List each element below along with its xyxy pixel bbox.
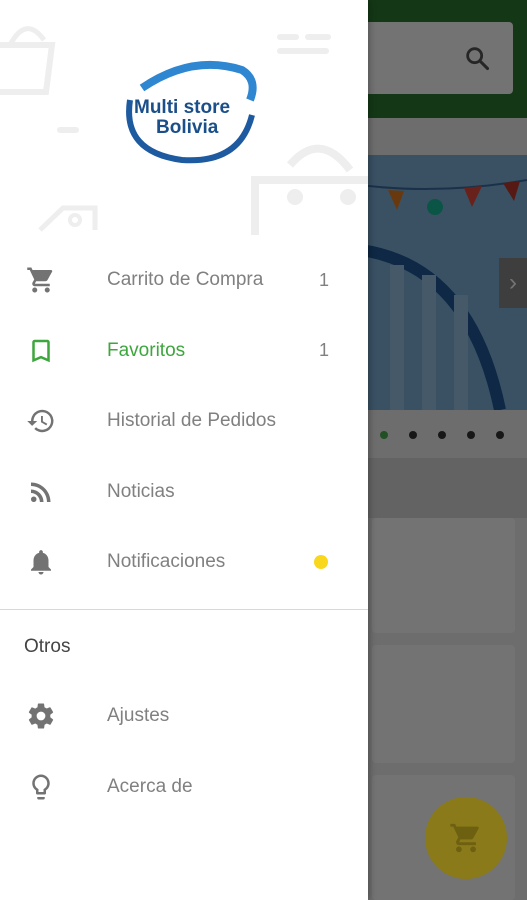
menu-item-cart[interactable]: Carrito de Compra 1: [0, 245, 368, 316]
menu-item-about[interactable]: Acerca de: [0, 752, 368, 823]
basket-doodle-icon: [0, 26, 56, 95]
menu-item-label: Notificaciones: [107, 551, 226, 573]
dash-doodle-icon: [57, 127, 79, 133]
drawer-header: Multi store Bolivia: [0, 0, 368, 235]
brand-name-line2: Bolivia: [156, 117, 219, 138]
menu-item-favorites[interactable]: Favoritos 1: [0, 316, 368, 387]
section-title-others: Otros: [24, 636, 71, 657]
menu-item-news[interactable]: Noticias: [0, 457, 368, 528]
price-tag-doodle-icon: [38, 205, 98, 232]
drawer-menu-others: Ajustes Acerca de: [0, 681, 368, 822]
rss-icon: [26, 477, 56, 507]
history-icon: [26, 406, 56, 436]
menu-item-label: Carrito de Compra: [107, 269, 264, 291]
menu-item-notifications[interactable]: Notificaciones: [0, 527, 368, 598]
menu-item-label: Acerca de: [107, 775, 193, 797]
cart-icon: [26, 265, 56, 295]
navigation-drawer: Multi store Bolivia Carrito de Compra 1 …: [0, 0, 368, 900]
menu-item-label: Ajustes: [107, 705, 170, 727]
favorites-count: 1: [318, 340, 329, 361]
gear-icon: [26, 701, 56, 731]
lightbulb-icon: [26, 772, 56, 802]
bell-icon: [26, 547, 56, 577]
drawer-menu: Carrito de Compra 1 Favoritos 1 Historia…: [0, 245, 368, 598]
drawer-divider: [0, 609, 368, 610]
bookmark-icon: [26, 336, 56, 366]
brand-name-line1: Multi store: [134, 97, 231, 118]
cart-count: 1: [318, 269, 329, 290]
menu-item-settings[interactable]: Ajustes: [0, 681, 368, 752]
brand-logo: Multi store Bolivia: [112, 60, 258, 166]
bag-doodle-icon: [251, 144, 368, 235]
cart-icon: [450, 823, 479, 853]
notification-badge: [314, 555, 328, 570]
tag-doodle-icon: [277, 34, 331, 54]
cart-fab[interactable]: [425, 797, 507, 879]
menu-item-label: Favoritos: [107, 339, 186, 361]
menu-item-label: Noticias: [107, 480, 175, 502]
menu-item-order-history[interactable]: Historial de Pedidos: [0, 386, 368, 457]
menu-item-label: Historial de Pedidos: [107, 410, 276, 432]
